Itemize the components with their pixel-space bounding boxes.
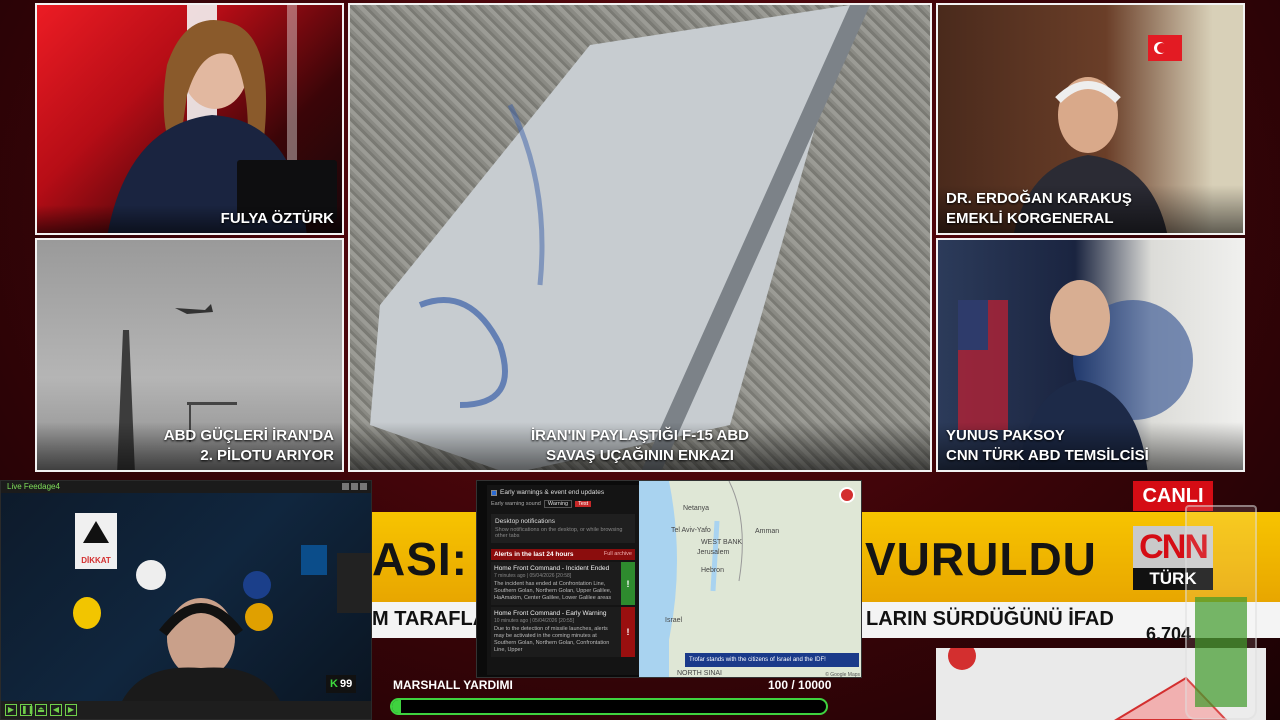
progress-label: MARSHALL YARDIMI [393, 678, 513, 692]
alert-desc: The incident has ended at Confrontation … [494, 581, 612, 601]
webcam-title-bar[interactable]: Live Feedage4 [1, 481, 371, 493]
progress-fill [392, 700, 401, 713]
early-warnings-label: Early warnings & event end updates [500, 489, 605, 496]
wreckage-video-panel: İRAN'IN PAYLAŞTIĞI F-15 ABD SAVAŞ UÇAĞIN… [348, 3, 932, 472]
map-label-amman: Amman [755, 528, 780, 535]
guest-yunus-title: CNN TÜRK ABD TEMSİLCİSİ [946, 447, 1149, 464]
alert-desc: Due to the detection of missile launches… [494, 626, 610, 653]
checkbox-icon[interactable] [491, 489, 497, 496]
map-label-hebron: Hebron [701, 567, 724, 574]
k-counter-badge: K 99 [326, 675, 357, 693]
alerts-header: Alerts in the last 24 hours Full archive [491, 549, 635, 560]
alert-item[interactable]: Home Front Command - Incident Ended 7 mi… [491, 562, 635, 605]
prev-icon[interactable]: ◀ [50, 704, 62, 716]
ticker-headline-right: VURULDU [865, 533, 1097, 585]
guest-erdogan-name: DR. ERDOĞAN KARAKUŞ [946, 190, 1132, 207]
streamer-scene: DİKKAT [73, 513, 371, 703]
minimize-icon[interactable] [342, 483, 349, 490]
svg-text:DİKKAT: DİKKAT [81, 556, 111, 565]
test-button[interactable]: Test [575, 501, 592, 507]
eject-icon[interactable]: ⏏ [35, 704, 47, 716]
k-count: 99 [339, 678, 353, 690]
map-label-north-sinai: NORTH SINAI [677, 670, 722, 677]
sound-label: Early warning sound [491, 501, 541, 507]
alerts-map[interactable]: Netanya Tel Aviv-Yafo WEST BANK Amman Je… [639, 481, 861, 678]
anchor-caption: FULYA ÖZTÜRK [37, 205, 342, 233]
guest-yunus-video-panel: YUNUS PAKSOY CNN TÜRK ABD TEMSİLCİSİ [936, 238, 1245, 472]
map-label-israel: Israel [665, 617, 683, 624]
alert-status-icon: ! [621, 562, 635, 605]
wreckage-caption-line1: İRAN'IN PAYLAŞTIĞI F-15 ABD [530, 427, 750, 444]
anchor-name: FULYA ÖZTÜRK [220, 210, 334, 227]
map-label-west-bank: WEST BANK [701, 539, 743, 546]
progress-bar [390, 698, 828, 715]
map-location-pin-icon[interactable] [839, 487, 855, 503]
guest-yunus-caption: YUNUS PAKSOY CNN TÜRK ABD TEMSİLCİSİ [938, 422, 1243, 470]
aircraft-caption-line1: ABD GÜÇLERİ İRAN'DA [163, 427, 334, 444]
anchor-figure [107, 5, 337, 233]
desktop-notifications-option[interactable]: Desktop notifications Show notifications… [491, 514, 635, 543]
progress-count: 100 / 10000 [768, 678, 832, 692]
ticker-sub-left: M TARAFLA [372, 608, 488, 630]
webcam-controls: ▶ ❚❚ ⏏ ◀ ▶ [1, 701, 371, 719]
aircraft-caption-line2: 2. PİLOTU ARIYOR [200, 447, 334, 464]
close-icon[interactable] [360, 483, 367, 490]
next-icon[interactable]: ▶ [65, 704, 77, 716]
early-warnings-toggle[interactable]: Early warnings & event end updates [491, 489, 635, 496]
play-icon[interactable]: ▶ [5, 704, 17, 716]
alert-status-icon: ! [621, 607, 635, 657]
alerts-app-window[interactable]: Early warnings & event end updates Early… [476, 480, 862, 678]
sound-row: Early warning sound Warning Test [491, 500, 635, 508]
webcam-window[interactable]: Live Feedage4 DİKKAT ▶ ❚❚ ⏏ ◀ ▶ [0, 480, 372, 720]
guest-erdogan-title: EMEKLİ KORGENERAL [946, 210, 1114, 227]
aircraft-video-panel: ABD GÜÇLERİ İRAN'DA 2. PİLOTU ARIYOR [35, 238, 344, 472]
webcam-title: Live Feedage4 [7, 482, 60, 491]
alerts-panel: Early warnings & event end updates Early… [487, 485, 639, 675]
full-archive-link[interactable]: Full archive [604, 551, 632, 558]
alert-item[interactable]: Home Front Command - Early Warning 10 mi… [491, 607, 635, 657]
google-maps-credit: © Google Maps [825, 672, 860, 678]
ticker-sub-right: LARIN SÜRDÜĞÜNÜ İFAD [866, 608, 1114, 630]
aircraft-caption: ABD GÜÇLERİ İRAN'DA 2. PİLOTU ARIYOR [37, 422, 342, 470]
wreckage-caption-line2: SAVAŞ UÇAĞININ ENKAZI [546, 447, 734, 464]
alert-title: Home Front Command - Incident Ended [494, 565, 610, 572]
map-label-netanya: Netanya [683, 505, 710, 512]
pause-icon[interactable]: ❚❚ [20, 704, 34, 716]
stream-canvas: FULYA ÖZTÜRK ABD GÜÇLERİ İRAN'DA 2. PİLO… [0, 0, 1280, 720]
k-icon: K [330, 678, 338, 690]
desktop-notifications-desc: Show notifications on the desktop, or wh… [495, 527, 623, 539]
solidarity-banner: Trofar stands with the citizens of Israe… [685, 653, 859, 667]
wreckage-scene [370, 5, 870, 470]
map-label-tel-aviv: Tel Aviv-Yafo [671, 527, 711, 534]
desktop-notifications-title: Desktop notifications [495, 518, 555, 525]
alert-time: 10 minutes ago | 05/04/2026 [20:55] [494, 618, 574, 624]
wreckage-caption: İRAN'IN PAYLAŞTIĞI F-15 ABD SAVAŞ UÇAĞIN… [350, 422, 930, 470]
alert-time: 7 minutes ago | 05/04/2026 [20:58] [494, 573, 572, 579]
guest-erdogan-caption: DR. ERDOĞAN KARAKUŞ EMEKLİ KORGENERAL [938, 185, 1243, 233]
alert-title: Home Front Command - Early Warning [494, 610, 607, 617]
alerts-header-title: Alerts in the last 24 hours [494, 551, 574, 558]
anchor-video-panel: FULYA ÖZTÜRK [35, 3, 344, 235]
beer-glass-overlay [1185, 505, 1257, 720]
map-label-jerusalem: Jerusalem [697, 549, 730, 556]
maximize-icon[interactable] [351, 483, 358, 490]
guest-erdogan-video-panel: DR. ERDOĞAN KARAKUŞ EMEKLİ KORGENERAL [936, 3, 1245, 235]
guest-yunus-name: YUNUS PAKSOY [946, 427, 1065, 444]
sound-select[interactable]: Warning [543, 500, 573, 508]
